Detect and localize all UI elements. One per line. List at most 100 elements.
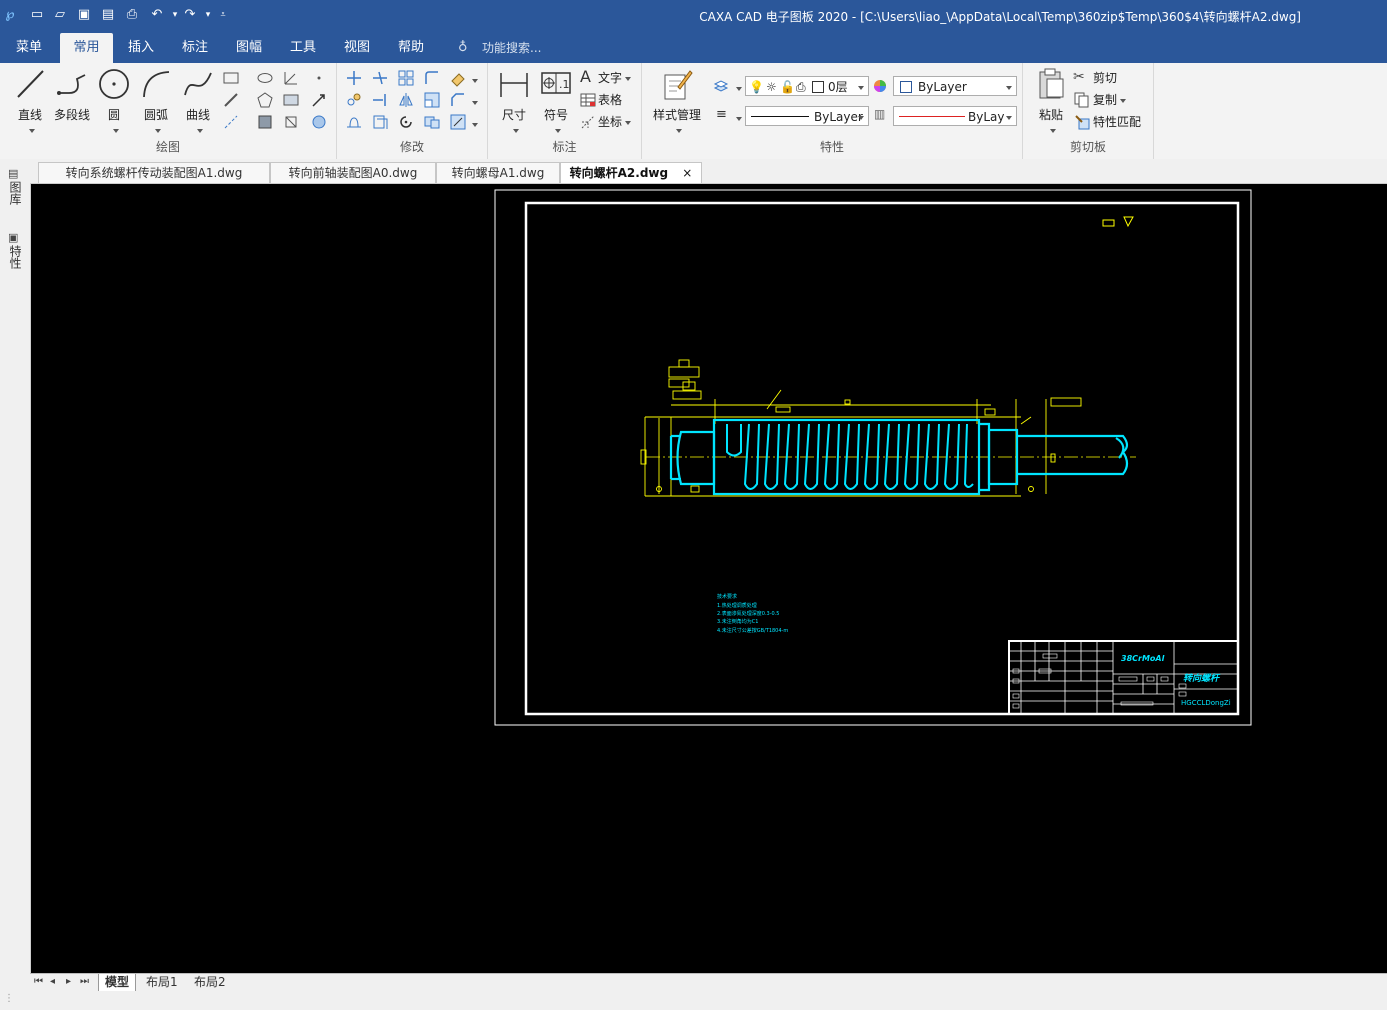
app-logo-icon[interactable]: ℘ [2, 7, 18, 23]
pointer-arrow-icon[interactable] [310, 91, 328, 109]
menu-main[interactable]: 菜单 [4, 33, 54, 63]
tab-insert[interactable]: 插入 [116, 33, 166, 63]
drawing-canvas[interactable]: 技术要求 1.热处理调质处理 2.表面渗氮处理深度0.3-0.5 3.未注倒角均… [31, 184, 1387, 973]
region-fill-icon[interactable] [310, 113, 328, 131]
offset-icon[interactable] [371, 113, 389, 131]
paste-label: 粘贴 [1038, 108, 1063, 122]
line-button[interactable]: 直线 [10, 67, 50, 137]
copy-icon[interactable] [1073, 91, 1091, 109]
layout-tab-1[interactable]: 布局1 [140, 974, 184, 991]
new-file-icon[interactable]: ▭ [29, 7, 45, 23]
mirror-icon[interactable] [397, 91, 415, 109]
first-layout-icon[interactable]: ⏮ [34, 976, 43, 987]
chevron-down-icon[interactable] [469, 95, 478, 109]
line-style-icon[interactable]: ▥ [874, 107, 885, 121]
tab-annotate[interactable]: 标注 [170, 33, 220, 63]
stretch-icon[interactable] [345, 113, 363, 131]
move-icon[interactable] [345, 69, 363, 87]
tab-tools[interactable]: 工具 [278, 33, 328, 63]
pen-icon[interactable] [222, 91, 240, 109]
line-icon [17, 70, 44, 98]
ellipse-icon[interactable] [256, 69, 274, 87]
copy-button[interactable]: 复制 [1093, 91, 1127, 108]
table-button[interactable]: 表格 [598, 91, 622, 108]
redo-icon[interactable]: ↷ [182, 7, 198, 23]
feature-search-input[interactable]: 功能搜索... [482, 33, 541, 63]
close-tab-icon[interactable]: × [682, 166, 692, 180]
annotate-group: 尺寸 .1 符号 A 文字 表格 坐标 标注 [488, 63, 642, 159]
chevron-down-icon[interactable] [469, 73, 478, 87]
coordinate-icon[interactable] [579, 113, 597, 131]
save-all-icon[interactable]: ▤ [100, 7, 116, 23]
fillet-icon[interactable] [423, 69, 441, 87]
point-icon[interactable] [310, 69, 328, 87]
color-combo[interactable]: ByLayer [893, 76, 1017, 96]
lineweight-icon[interactable]: ≡ [716, 107, 727, 122]
layout-tab-model[interactable]: 模型 [98, 974, 137, 992]
document-tab-active[interactable]: 转向螺杆A2.dwg × [560, 162, 702, 183]
polygon-icon[interactable] [256, 91, 274, 109]
boundary-icon[interactable] [282, 113, 300, 131]
undo-dropdown-icon[interactable]: ▾ [167, 7, 183, 23]
chamfer-icon[interactable] [449, 91, 467, 109]
polyline-button[interactable]: 多段线 [50, 67, 94, 123]
extend-icon[interactable] [371, 91, 389, 109]
document-tab[interactable]: 转向螺母A1.dwg [436, 162, 560, 183]
explode-icon[interactable] [423, 113, 441, 131]
symbol-button[interactable]: .1 符号 [536, 67, 576, 137]
lineweight-combo[interactable]: ByLaye [893, 106, 1017, 126]
chevron-down-icon [1003, 77, 1012, 97]
dimension-button[interactable]: 尺寸 [494, 67, 534, 137]
document-tab[interactable]: 转向系统螺杆传动装配图A1.dwg [38, 162, 270, 183]
properties-edit-icon[interactable] [449, 113, 467, 131]
trim-icon[interactable] [371, 69, 389, 87]
circle-button[interactable]: 圆 [96, 67, 132, 137]
match-properties-icon[interactable] [1073, 113, 1091, 131]
tab-sheet[interactable]: 图幅 [224, 33, 274, 63]
tab-home[interactable]: 常用 [60, 33, 113, 63]
last-layout-icon[interactable]: ⏭ [80, 976, 89, 987]
color-wheel-icon[interactable] [871, 77, 889, 95]
linetype-combo[interactable]: ByLayer [745, 106, 869, 126]
prev-layout-icon[interactable]: ◂ [50, 976, 55, 987]
print-icon[interactable]: ⎙ [124, 7, 140, 23]
side-tab-library[interactable]: 图库 [6, 181, 24, 205]
chevron-down-icon[interactable] [733, 81, 742, 95]
rectangle-icon[interactable] [222, 69, 240, 87]
hatch-block-icon[interactable] [282, 91, 300, 109]
style-manager-button[interactable]: 样式管理 [648, 67, 706, 137]
side-tab-properties[interactable]: 特性 [6, 245, 24, 269]
text-icon[interactable]: A [580, 67, 591, 86]
next-layout-icon[interactable]: ▸ [66, 976, 71, 987]
tab-help[interactable]: 帮助 [386, 33, 436, 63]
arc-button[interactable]: 圆弧 [136, 67, 176, 137]
hatch-icon[interactable] [256, 113, 274, 131]
paste-button[interactable]: 粘贴 [1031, 67, 1071, 137]
text-button[interactable]: 文字 [598, 69, 632, 86]
match-properties-button[interactable]: 特性匹配 [1093, 113, 1141, 130]
scale-icon[interactable] [423, 91, 441, 109]
save-icon[interactable]: ▣ [76, 7, 92, 23]
copy-entity-icon[interactable] [345, 91, 363, 109]
layer-combo[interactable]: 💡 ☼ 🔓 ⎙ 0层 [745, 76, 869, 96]
open-folder-icon[interactable]: ▱ [52, 7, 68, 23]
coordinate-button[interactable]: 坐标 [598, 113, 632, 130]
table-icon[interactable] [579, 91, 597, 109]
redo-dropdown-icon[interactable]: ▾ [200, 7, 216, 23]
rotate-icon[interactable] [397, 113, 415, 131]
layout-tab-2[interactable]: 布局2 [188, 974, 232, 991]
chevron-down-icon[interactable] [733, 111, 742, 125]
customize-toolbar-icon[interactable]: ⩡ [215, 7, 231, 23]
scissors-icon[interactable]: ✂ [1073, 69, 1085, 85]
centerline-icon[interactable] [222, 113, 240, 131]
undo-icon[interactable]: ↶ [149, 7, 165, 23]
document-tab[interactable]: 转向前轴装配图A0.dwg [270, 162, 436, 183]
curve-button[interactable]: 曲线 [178, 67, 218, 137]
cut-button[interactable]: 剪切 [1093, 69, 1117, 86]
array-icon[interactable] [397, 69, 415, 87]
eraser-icon[interactable] [449, 69, 467, 87]
tab-view[interactable]: 视图 [332, 33, 382, 63]
angle-line-icon[interactable] [282, 69, 300, 87]
chevron-down-icon[interactable] [469, 117, 478, 131]
layer-manager-icon[interactable] [712, 77, 730, 95]
